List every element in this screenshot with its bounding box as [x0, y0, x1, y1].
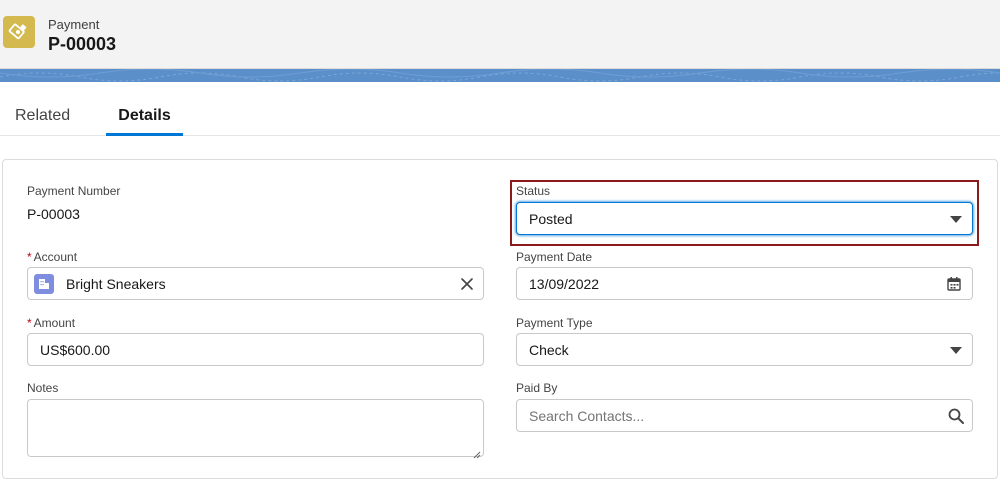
- search-icon[interactable]: [947, 407, 965, 425]
- account-lookup-field[interactable]: Bright Sneakers: [27, 267, 484, 300]
- calendar-icon[interactable]: [946, 276, 962, 292]
- record-tabs: Related Details: [0, 96, 1000, 136]
- paid-by-search-input[interactable]: Search Contacts...: [516, 399, 973, 432]
- payment-type-select[interactable]: Check: [516, 333, 973, 366]
- close-icon[interactable]: [458, 275, 476, 293]
- payment-date-value: 13/09/2022: [529, 276, 600, 292]
- account-label-text: Account: [33, 250, 78, 264]
- status-label: Status: [516, 184, 551, 198]
- payment-type-value: Check: [529, 342, 569, 358]
- payment-icon: [3, 16, 35, 48]
- payment-number-value: P-00003: [27, 206, 80, 222]
- record-title: P-00003: [48, 34, 117, 54]
- chevron-down-icon: [950, 216, 962, 223]
- required-indicator: *: [27, 316, 32, 330]
- notes-label: Notes: [27, 381, 59, 395]
- payment-date-label: Payment Date: [516, 250, 593, 264]
- notes-textarea[interactable]: [27, 399, 484, 459]
- payment-number-label: Payment Number: [27, 184, 121, 198]
- tab-related[interactable]: Related: [15, 96, 70, 136]
- account-icon: [34, 274, 54, 294]
- amount-value: US$600.00: [40, 342, 111, 358]
- object-type-label: Payment: [48, 17, 100, 32]
- paid-by-placeholder: Search Contacts...: [529, 408, 645, 424]
- resize-handle-icon[interactable]: [473, 446, 481, 459]
- chevron-down-icon: [950, 347, 962, 354]
- required-indicator: *: [27, 250, 32, 264]
- amount-input[interactable]: US$600.00: [27, 333, 484, 366]
- paid-by-label: Paid By: [516, 381, 558, 395]
- amount-label-text: Amount: [33, 316, 76, 330]
- status-value: Posted: [529, 211, 573, 227]
- header-decorative-band: [0, 69, 1000, 82]
- payment-date-field[interactable]: 13/09/2022: [516, 267, 973, 300]
- status-select[interactable]: Posted: [516, 202, 973, 235]
- payment-type-label: Payment Type: [516, 316, 593, 330]
- account-value: Bright Sneakers: [66, 276, 166, 292]
- record-header: Payment P-00003: [0, 0, 1000, 69]
- tab-details[interactable]: Details: [106, 96, 183, 136]
- amount-label: * Amount: [27, 316, 75, 330]
- account-label: * Account: [27, 250, 77, 264]
